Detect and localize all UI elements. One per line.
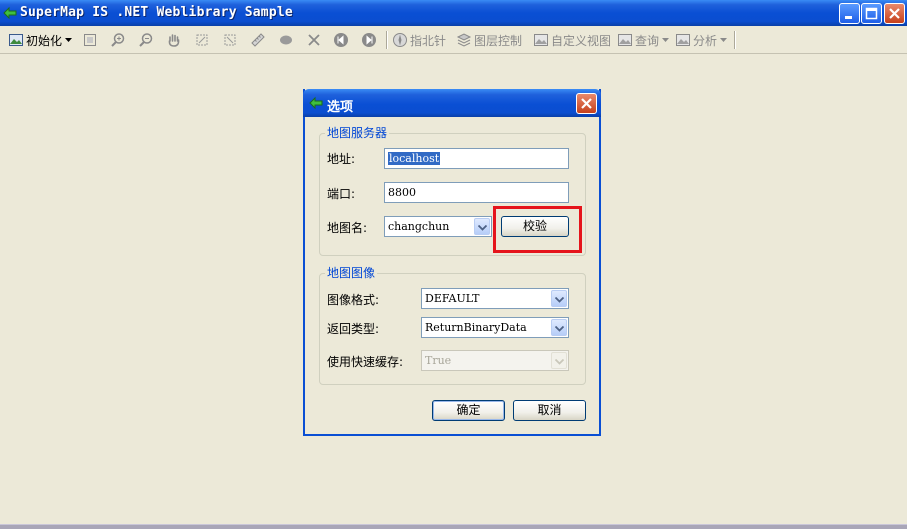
custom-view-label: 自定义视图: [551, 33, 612, 48]
close-icon: [581, 98, 592, 109]
custom-view-button[interactable]: 自定义视图: [533, 30, 611, 50]
address-field[interactable]: localhost: [384, 148, 569, 169]
address-label: 地址:: [327, 152, 356, 166]
chevron-down-icon: [65, 38, 73, 42]
chevron-down-icon: [555, 359, 564, 365]
fast-cache-value: True: [425, 354, 452, 367]
chevron-down-icon: [478, 225, 487, 231]
port-label: 端口:: [327, 187, 356, 201]
zoom-in-icon: [111, 33, 125, 47]
minimize-icon: [845, 16, 852, 19]
analysis-button[interactable]: 分析: [675, 30, 728, 50]
image-format-label: 图像格式:: [327, 293, 380, 307]
compass-button[interactable]: 指北针: [392, 30, 446, 50]
window-titlebar: SuperMap IS .NET Weblibrary Sample: [0, 0, 907, 26]
return-type-dropdown-button[interactable]: [551, 319, 567, 336]
maximize-button[interactable]: [861, 3, 882, 24]
map-image-group-title: 地图图像: [325, 266, 378, 280]
measure-area-button[interactable]: [278, 30, 294, 50]
previous-icon: [334, 33, 348, 47]
map-extent-icon: [196, 34, 208, 46]
chevron-down-icon: [662, 38, 670, 42]
full-extent-icon: [84, 34, 96, 46]
hand-icon: [168, 34, 180, 47]
dialog-title: 选项: [327, 100, 354, 115]
clear-x-icon: [308, 34, 320, 46]
close-icon: [889, 8, 900, 19]
measure-distance-button[interactable]: [250, 30, 266, 50]
port-value: 8800: [388, 186, 416, 199]
cancel-button[interactable]: 取消: [513, 400, 586, 421]
map-refresh-icon: [224, 34, 236, 46]
dialog-titlebar: 选项: [303, 89, 601, 117]
return-type-select[interactable]: ReturnBinaryData: [421, 317, 569, 338]
minimize-button[interactable]: [839, 3, 860, 24]
port-field[interactable]: 8800: [384, 182, 569, 203]
chevron-down-icon: [555, 297, 564, 303]
chevron-down-icon: [720, 38, 728, 42]
close-button[interactable]: [884, 3, 905, 24]
toolbar: 初始化 指北针 图层控制 自定义视图 查询 分析: [0, 26, 907, 54]
map-image-icon: [618, 34, 632, 46]
image-format-value: DEFAULT: [425, 292, 480, 305]
init-label: 初始化: [26, 33, 63, 48]
layer-control-button[interactable]: 图层控制: [456, 30, 522, 50]
map-server-group-title: 地图服务器: [325, 126, 390, 140]
return-type-value: ReturnBinaryData: [425, 321, 527, 334]
app-icon: [3, 6, 17, 20]
view-entire-button[interactable]: [194, 30, 210, 50]
query-label: 查询: [635, 33, 660, 48]
ruler-icon: [251, 33, 265, 47]
options-dialog: 选项 地图服务器 地址: localhost 端口: 8800 地图名: cha…: [303, 89, 601, 436]
zoom-in-button[interactable]: [110, 30, 126, 50]
zoom-out-button[interactable]: [138, 30, 154, 50]
toolbar-separator: [734, 31, 736, 49]
return-type-label: 返回类型:: [327, 322, 380, 336]
chevron-down-icon: [555, 326, 564, 332]
clear-button[interactable]: [306, 30, 322, 50]
image-format-select[interactable]: DEFAULT: [421, 288, 569, 309]
next-icon: [362, 33, 376, 47]
map-name-label: 地图名:: [327, 221, 368, 235]
next-view-button[interactable]: [361, 30, 377, 50]
map-name-value: changchun: [388, 220, 450, 233]
area-icon: [280, 35, 292, 45]
analysis-label: 分析: [693, 33, 718, 48]
previous-view-button[interactable]: [333, 30, 349, 50]
refresh-map-button[interactable]: [222, 30, 238, 50]
query-button[interactable]: 查询: [617, 30, 670, 50]
app-icon: [309, 96, 323, 110]
address-value: localhost: [388, 152, 441, 165]
compass-icon: [393, 33, 407, 47]
layer-control-label: 图层控制: [474, 33, 523, 48]
compass-label: 指北针: [410, 33, 447, 48]
zoom-out-icon: [139, 33, 153, 47]
dialog-close-button[interactable]: [576, 93, 597, 114]
taskbar-edge: [0, 524, 907, 529]
verify-highlight-box: [493, 206, 582, 253]
map-image-icon: [9, 34, 23, 46]
window-title: SuperMap IS .NET Weblibrary Sample: [20, 5, 293, 20]
maximize-icon: [865, 7, 878, 20]
map-name-dropdown-button[interactable]: [474, 218, 490, 235]
init-button[interactable]: 初始化: [8, 30, 73, 50]
pan-button[interactable]: [166, 30, 182, 50]
ok-button[interactable]: 确定: [432, 400, 505, 421]
fast-cache-dropdown-button: [551, 352, 567, 369]
full-extent-button[interactable]: [82, 30, 98, 50]
fast-cache-select: True: [421, 350, 569, 371]
map-image-icon: [534, 34, 548, 46]
layers-icon: [456, 33, 472, 47]
map-image-icon: [676, 34, 690, 46]
fast-cache-label: 使用快速缓存:: [327, 355, 404, 369]
map-name-select[interactable]: changchun: [384, 216, 492, 237]
toolbar-separator: [386, 31, 388, 49]
image-format-dropdown-button[interactable]: [551, 290, 567, 307]
